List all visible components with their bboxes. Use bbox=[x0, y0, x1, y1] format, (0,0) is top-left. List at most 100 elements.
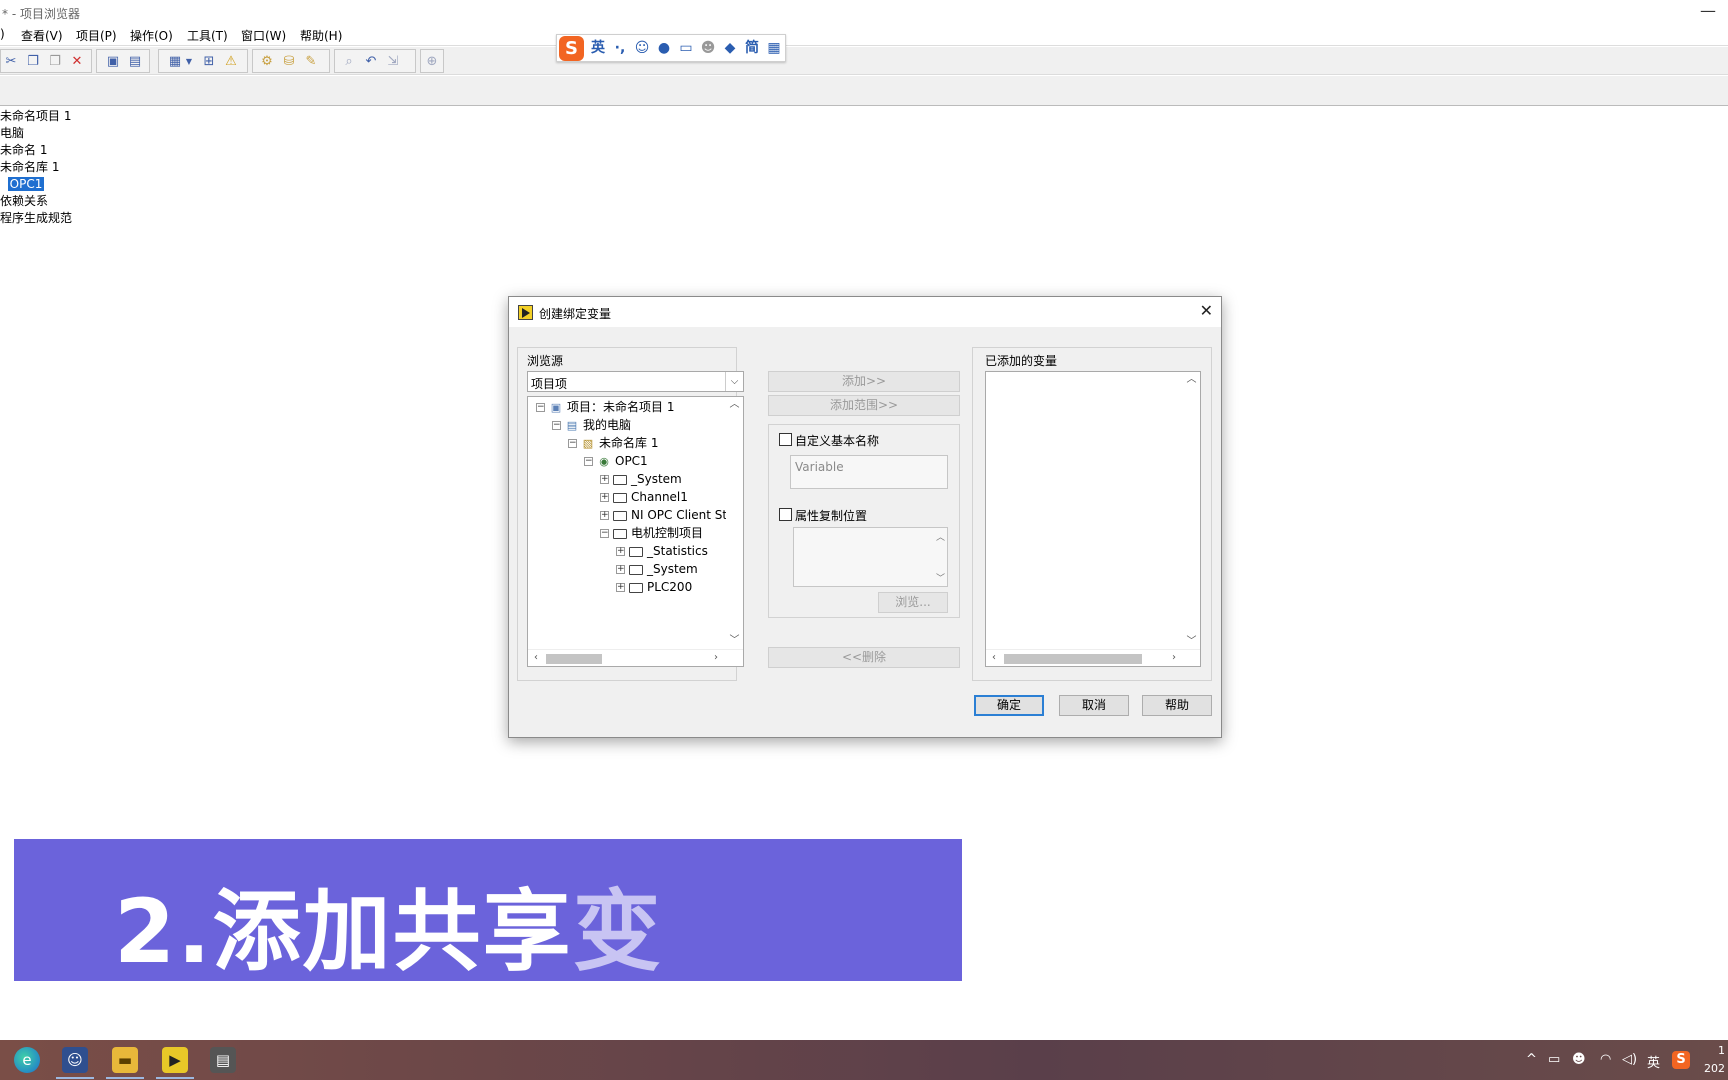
add-file-icon[interactable]: ⊕ bbox=[424, 54, 440, 70]
collapse-icon[interactable]: − bbox=[536, 403, 545, 412]
collapse-icon[interactable]: − bbox=[584, 457, 593, 466]
step-icon[interactable]: ⇲ bbox=[385, 54, 401, 70]
scroll-thumb[interactable] bbox=[1004, 654, 1142, 664]
battery-icon[interactable]: ▭ bbox=[1548, 1052, 1560, 1067]
collapse-icon[interactable]: − bbox=[552, 421, 561, 430]
build-icon[interactable]: ⚙ bbox=[259, 54, 275, 70]
tree-node-system[interactable]: + _System bbox=[600, 471, 682, 488]
scroll-down-icon[interactable]: ﹀ bbox=[936, 571, 945, 584]
custom-base-name-input[interactable]: Variable bbox=[790, 455, 948, 489]
project-app-icon[interactable]: ▤ bbox=[210, 1047, 236, 1073]
added-variables-list[interactable]: ︿ ﹀ ‹ › bbox=[985, 371, 1201, 667]
file-explorer-icon[interactable]: ▬ bbox=[112, 1047, 138, 1073]
tree-node-my-computer[interactable]: − ▤ 我的电脑 bbox=[552, 417, 631, 434]
add-range-button[interactable]: 添加范围>> bbox=[768, 395, 960, 416]
custom-base-name-checkbox[interactable] bbox=[779, 433, 792, 446]
delete-icon[interactable]: ✕ bbox=[69, 54, 85, 70]
browse-source-select[interactable]: 项目项 ⌵ bbox=[527, 371, 744, 392]
warning-icon[interactable]: ⚠ bbox=[223, 54, 239, 70]
tree-node-system-2[interactable]: + _System bbox=[616, 561, 698, 578]
scroll-down-icon[interactable]: ﹀ bbox=[1183, 634, 1200, 650]
tree-item-project[interactable]: 未命名项目 1 bbox=[0, 108, 72, 125]
edit-icon[interactable]: ✎ bbox=[303, 54, 319, 70]
edge-icon[interactable]: e bbox=[14, 1047, 40, 1073]
ime-punct-toggle[interactable]: ·, bbox=[611, 39, 629, 57]
menu-file-partial[interactable]: ) bbox=[0, 27, 5, 41]
scroll-up-icon[interactable]: ︿ bbox=[726, 397, 743, 413]
ime-simplified-toggle[interactable]: 简 bbox=[743, 39, 761, 57]
ok-button[interactable]: 确定 bbox=[974, 695, 1044, 716]
expand-icon[interactable]: + bbox=[616, 583, 625, 592]
list-vertical-scrollbar[interactable]: ︿ ﹀ bbox=[1183, 372, 1200, 650]
tree-item-build-specs[interactable]: 程序生成规范 bbox=[0, 210, 72, 227]
save-all-icon[interactable]: ▣ bbox=[105, 54, 121, 70]
menu-view[interactable]: 查看(V) bbox=[21, 27, 63, 44]
tree-node-channel1[interactable]: + Channel1 bbox=[600, 489, 688, 506]
cancel-button[interactable]: 取消 bbox=[1059, 695, 1129, 716]
tree-item-dependencies[interactable]: 依赖关系 bbox=[0, 193, 72, 210]
menu-window[interactable]: 窗口(W) bbox=[241, 27, 286, 44]
help-button[interactable]: 帮助 bbox=[1142, 695, 1212, 716]
undo-icon[interactable]: ↶ bbox=[363, 54, 379, 70]
scroll-up-icon[interactable]: ︿ bbox=[1183, 372, 1200, 388]
tree-node-ni-opc-client[interactable]: + NI OPC Client St bbox=[600, 507, 727, 524]
browse-button[interactable]: 浏览... bbox=[878, 592, 948, 613]
collapse-icon[interactable]: − bbox=[600, 529, 609, 538]
tree-node-plc200[interactable]: + PLC200 bbox=[616, 579, 692, 596]
expand-icon[interactable]: + bbox=[600, 475, 609, 484]
copy-property-location-checkbox[interactable] bbox=[779, 508, 792, 521]
cut-icon[interactable]: ✂ bbox=[3, 54, 19, 70]
chevron-down-icon[interactable]: ⌵ bbox=[725, 372, 743, 391]
tree-node-statistics[interactable]: + _Statistics bbox=[616, 543, 708, 560]
scroll-left-icon[interactable]: ‹ bbox=[528, 650, 544, 666]
skin-icon[interactable]: ◆ bbox=[721, 39, 739, 57]
tree-item-untitled[interactable]: 未命名 1 bbox=[0, 142, 72, 159]
wifi-icon[interactable]: ◠ bbox=[1600, 1052, 1611, 1067]
deploy-icon[interactable]: ⛁ bbox=[281, 54, 297, 70]
menu-tools[interactable]: 工具(T) bbox=[187, 27, 228, 44]
expand-icon[interactable]: + bbox=[616, 565, 625, 574]
scroll-up-icon[interactable]: ︿ bbox=[936, 530, 945, 543]
scroll-thumb[interactable] bbox=[546, 654, 602, 664]
ime-lang-toggle[interactable]: 英 bbox=[589, 39, 607, 57]
menu-project[interactable]: 项目(P) bbox=[76, 27, 117, 44]
minimize-icon[interactable]: — bbox=[1700, 1, 1716, 20]
labview-taskbar-icon[interactable]: ▶ bbox=[162, 1047, 188, 1073]
clock-date[interactable]: 202 bbox=[1704, 1062, 1725, 1075]
tree-item-opc1[interactable]: OPC1 bbox=[0, 176, 72, 193]
scroll-left-icon[interactable]: ‹ bbox=[986, 650, 1002, 666]
close-icon[interactable]: ✕ bbox=[1200, 301, 1213, 320]
save-icon[interactable]: ▤ bbox=[127, 54, 143, 70]
remove-button[interactable]: <<删除 bbox=[768, 647, 960, 668]
tree-node-project[interactable]: − ▣ 项目：未命名项目 1 bbox=[536, 399, 674, 416]
add-button[interactable]: 添加>> bbox=[768, 371, 960, 392]
microphone-icon[interactable]: ● bbox=[655, 39, 673, 57]
scroll-down-icon[interactable]: ﹀ bbox=[726, 633, 743, 649]
tree-item-library[interactable]: 未命名库 1 bbox=[0, 159, 72, 176]
chevron-up-icon[interactable]: ^ bbox=[1526, 1052, 1537, 1067]
toolbox-icon[interactable]: ▦ bbox=[765, 39, 783, 57]
hierarchy-icon[interactable]: ⊞ bbox=[201, 54, 217, 70]
tree-node-library[interactable]: − ▧ 未命名库 1 bbox=[568, 435, 658, 452]
app-avatar-icon[interactable]: ☺ bbox=[62, 1047, 88, 1073]
tree-item-computer[interactable]: 电脑 bbox=[0, 125, 72, 142]
tree-node-opc1[interactable]: − ◉ OPC1 bbox=[584, 453, 648, 470]
expand-icon[interactable]: + bbox=[600, 493, 609, 502]
tree-horizontal-scrollbar[interactable]: ‹ › bbox=[528, 649, 743, 666]
collapse-icon[interactable]: − bbox=[568, 439, 577, 448]
tray-ime-lang[interactable]: 英 bbox=[1647, 1052, 1660, 1071]
scroll-right-icon[interactable]: › bbox=[708, 650, 724, 666]
find-icon[interactable]: ⌕ bbox=[341, 54, 357, 70]
expand-icon[interactable]: + bbox=[616, 547, 625, 556]
qq-icon[interactable]: ☻ bbox=[1572, 1052, 1586, 1067]
scroll-right-icon[interactable]: › bbox=[1166, 650, 1182, 666]
expand-icon[interactable]: + bbox=[600, 511, 609, 520]
volume-icon[interactable]: ◁) bbox=[1622, 1052, 1637, 1067]
tree-vertical-scrollbar[interactable]: ︿ ﹀ bbox=[726, 397, 743, 649]
keyboard-icon[interactable]: ▭ bbox=[677, 39, 695, 57]
menu-operate[interactable]: 操作(O) bbox=[130, 27, 173, 44]
clock-time[interactable]: 1 bbox=[1718, 1044, 1725, 1057]
copy-icon[interactable]: ❐ bbox=[25, 54, 41, 70]
paste-icon[interactable]: ❐ bbox=[47, 54, 63, 70]
copy-property-location-input[interactable]: ︿ ﹀ bbox=[793, 527, 948, 587]
